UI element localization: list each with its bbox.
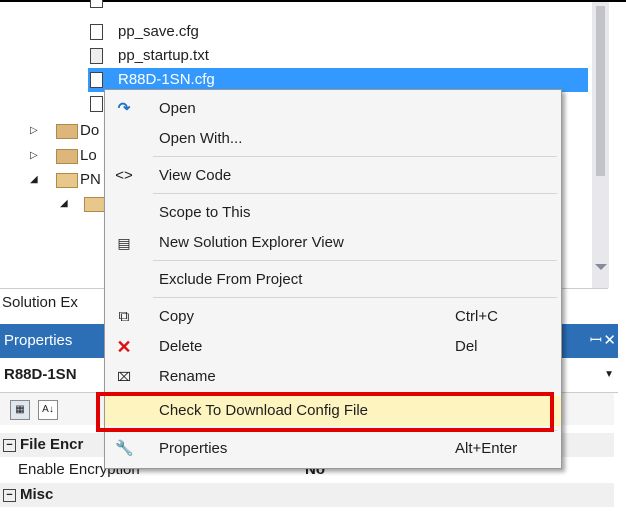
rename-icon: ⌧ <box>117 370 131 384</box>
tree-item[interactable]: pp_save.cfg <box>88 20 598 44</box>
tree-folder-label: PN <box>80 171 101 188</box>
tree-folder-label: Lo <box>80 147 97 164</box>
menu-item-label: Exclude From Project <box>159 271 303 288</box>
menu-item-label: View Code <box>159 167 232 184</box>
menu-separator <box>153 297 557 298</box>
properties-title: Properties <box>4 332 73 349</box>
sort-alphabetical-icon[interactable]: A↓ <box>38 400 58 420</box>
menu-item-open[interactable]: ↷ Open <box>105 94 561 124</box>
expander-icon[interactable]: ◢ <box>30 168 38 192</box>
file-icon <box>90 72 103 88</box>
menu-item-label: Properties <box>159 440 228 457</box>
menu-item-delete[interactable]: ✕ Delete Del <box>105 332 561 362</box>
expander-icon[interactable]: ▷ <box>30 144 38 168</box>
folder-open-icon <box>56 173 78 188</box>
menu-item-label: Open With... <box>159 130 243 147</box>
menu-item-new-solution-explorer-view[interactable]: ▤ New Solution Explorer View <box>105 228 561 258</box>
folder-icon <box>56 149 78 164</box>
menu-item-copy[interactable]: ⧉ Copy Ctrl+C <box>105 302 561 332</box>
menu-item-view-code[interactable]: <> View Code <box>105 161 561 191</box>
file-icon <box>90 0 103 8</box>
menu-separator <box>153 193 557 194</box>
menu-item-label: Scope to This <box>159 204 251 221</box>
expander-icon[interactable]: ▷ <box>30 119 38 143</box>
file-icon <box>90 24 103 40</box>
menu-separator <box>153 156 557 157</box>
menu-item-rename[interactable]: ⌧ Rename <box>105 362 561 392</box>
menu-item-label: Open <box>159 100 196 117</box>
category-label: Misc <box>20 486 54 503</box>
tree-folder[interactable]: ▷ Do <box>30 119 110 143</box>
menu-item-shortcut: Del <box>455 338 478 355</box>
solution-explorer-tab-label: Solution Ex <box>2 294 78 311</box>
file-icon <box>90 96 103 112</box>
menu-item-shortcut: Alt+Enter <box>455 440 518 457</box>
tree-scrollbar[interactable] <box>592 2 609 288</box>
tree-item-label: pp_startup.txt <box>118 47 209 64</box>
menu-item-shortcut: Ctrl+C <box>455 308 498 325</box>
folder-open-icon <box>84 197 106 212</box>
tree-folder[interactable]: ▷ Lo <box>30 144 110 168</box>
tree-item[interactable]: pp_startup.txt <box>88 44 598 68</box>
menu-item-scope-to-this[interactable]: Scope to This <box>105 198 561 228</box>
chevron-down-icon[interactable]: ▼ <box>604 358 614 392</box>
menu-item-label: New Solution Explorer View <box>159 234 344 251</box>
new-view-icon: ▤ <box>117 235 131 251</box>
categorized-icon[interactable]: ▦ <box>10 400 30 420</box>
delete-icon: ✕ <box>116 337 132 357</box>
menu-item-exclude-from-project[interactable]: Exclude From Project <box>105 265 561 295</box>
category-label: File Encr <box>20 436 84 453</box>
menu-item-properties[interactable]: 🔧 Properties Alt+Enter <box>105 434 561 464</box>
tree-folder-label: Do <box>80 122 100 139</box>
collapse-icon[interactable]: − <box>3 489 16 502</box>
menu-item-label: Delete <box>159 338 203 355</box>
menu-item-open-with[interactable]: Open With... <box>105 124 561 154</box>
collapse-icon[interactable]: − <box>3 439 16 452</box>
text-file-icon <box>90 48 103 64</box>
folder-icon <box>56 124 78 139</box>
wrench-icon: 🔧 <box>115 440 134 457</box>
scrollbar-thumb[interactable] <box>596 6 605 176</box>
category-row[interactable]: − Misc <box>0 483 614 507</box>
highlight-callout-box <box>96 392 554 432</box>
pin-icon[interactable]: ꟷ <box>590 324 602 358</box>
scroll-down-arrow-icon[interactable] <box>595 264 607 270</box>
tree-folder[interactable]: ◢ <box>60 192 110 216</box>
copy-icon: ⧉ <box>118 308 130 325</box>
menu-item-label: Copy <box>159 308 195 325</box>
close-icon[interactable]: ✕ <box>603 324 616 358</box>
menu-separator <box>153 260 557 261</box>
tree-item-label: pp_save.cfg <box>118 23 199 40</box>
menu-item-label: Rename <box>159 368 216 385</box>
tree-folder[interactable]: ◢ PN <box>30 168 110 192</box>
expander-icon[interactable]: ◢ <box>60 192 68 216</box>
open-arrow-icon: ↷ <box>117 100 131 117</box>
properties-object-name: R88D-1SN <box>4 366 77 383</box>
code-icon: <> <box>115 167 133 184</box>
